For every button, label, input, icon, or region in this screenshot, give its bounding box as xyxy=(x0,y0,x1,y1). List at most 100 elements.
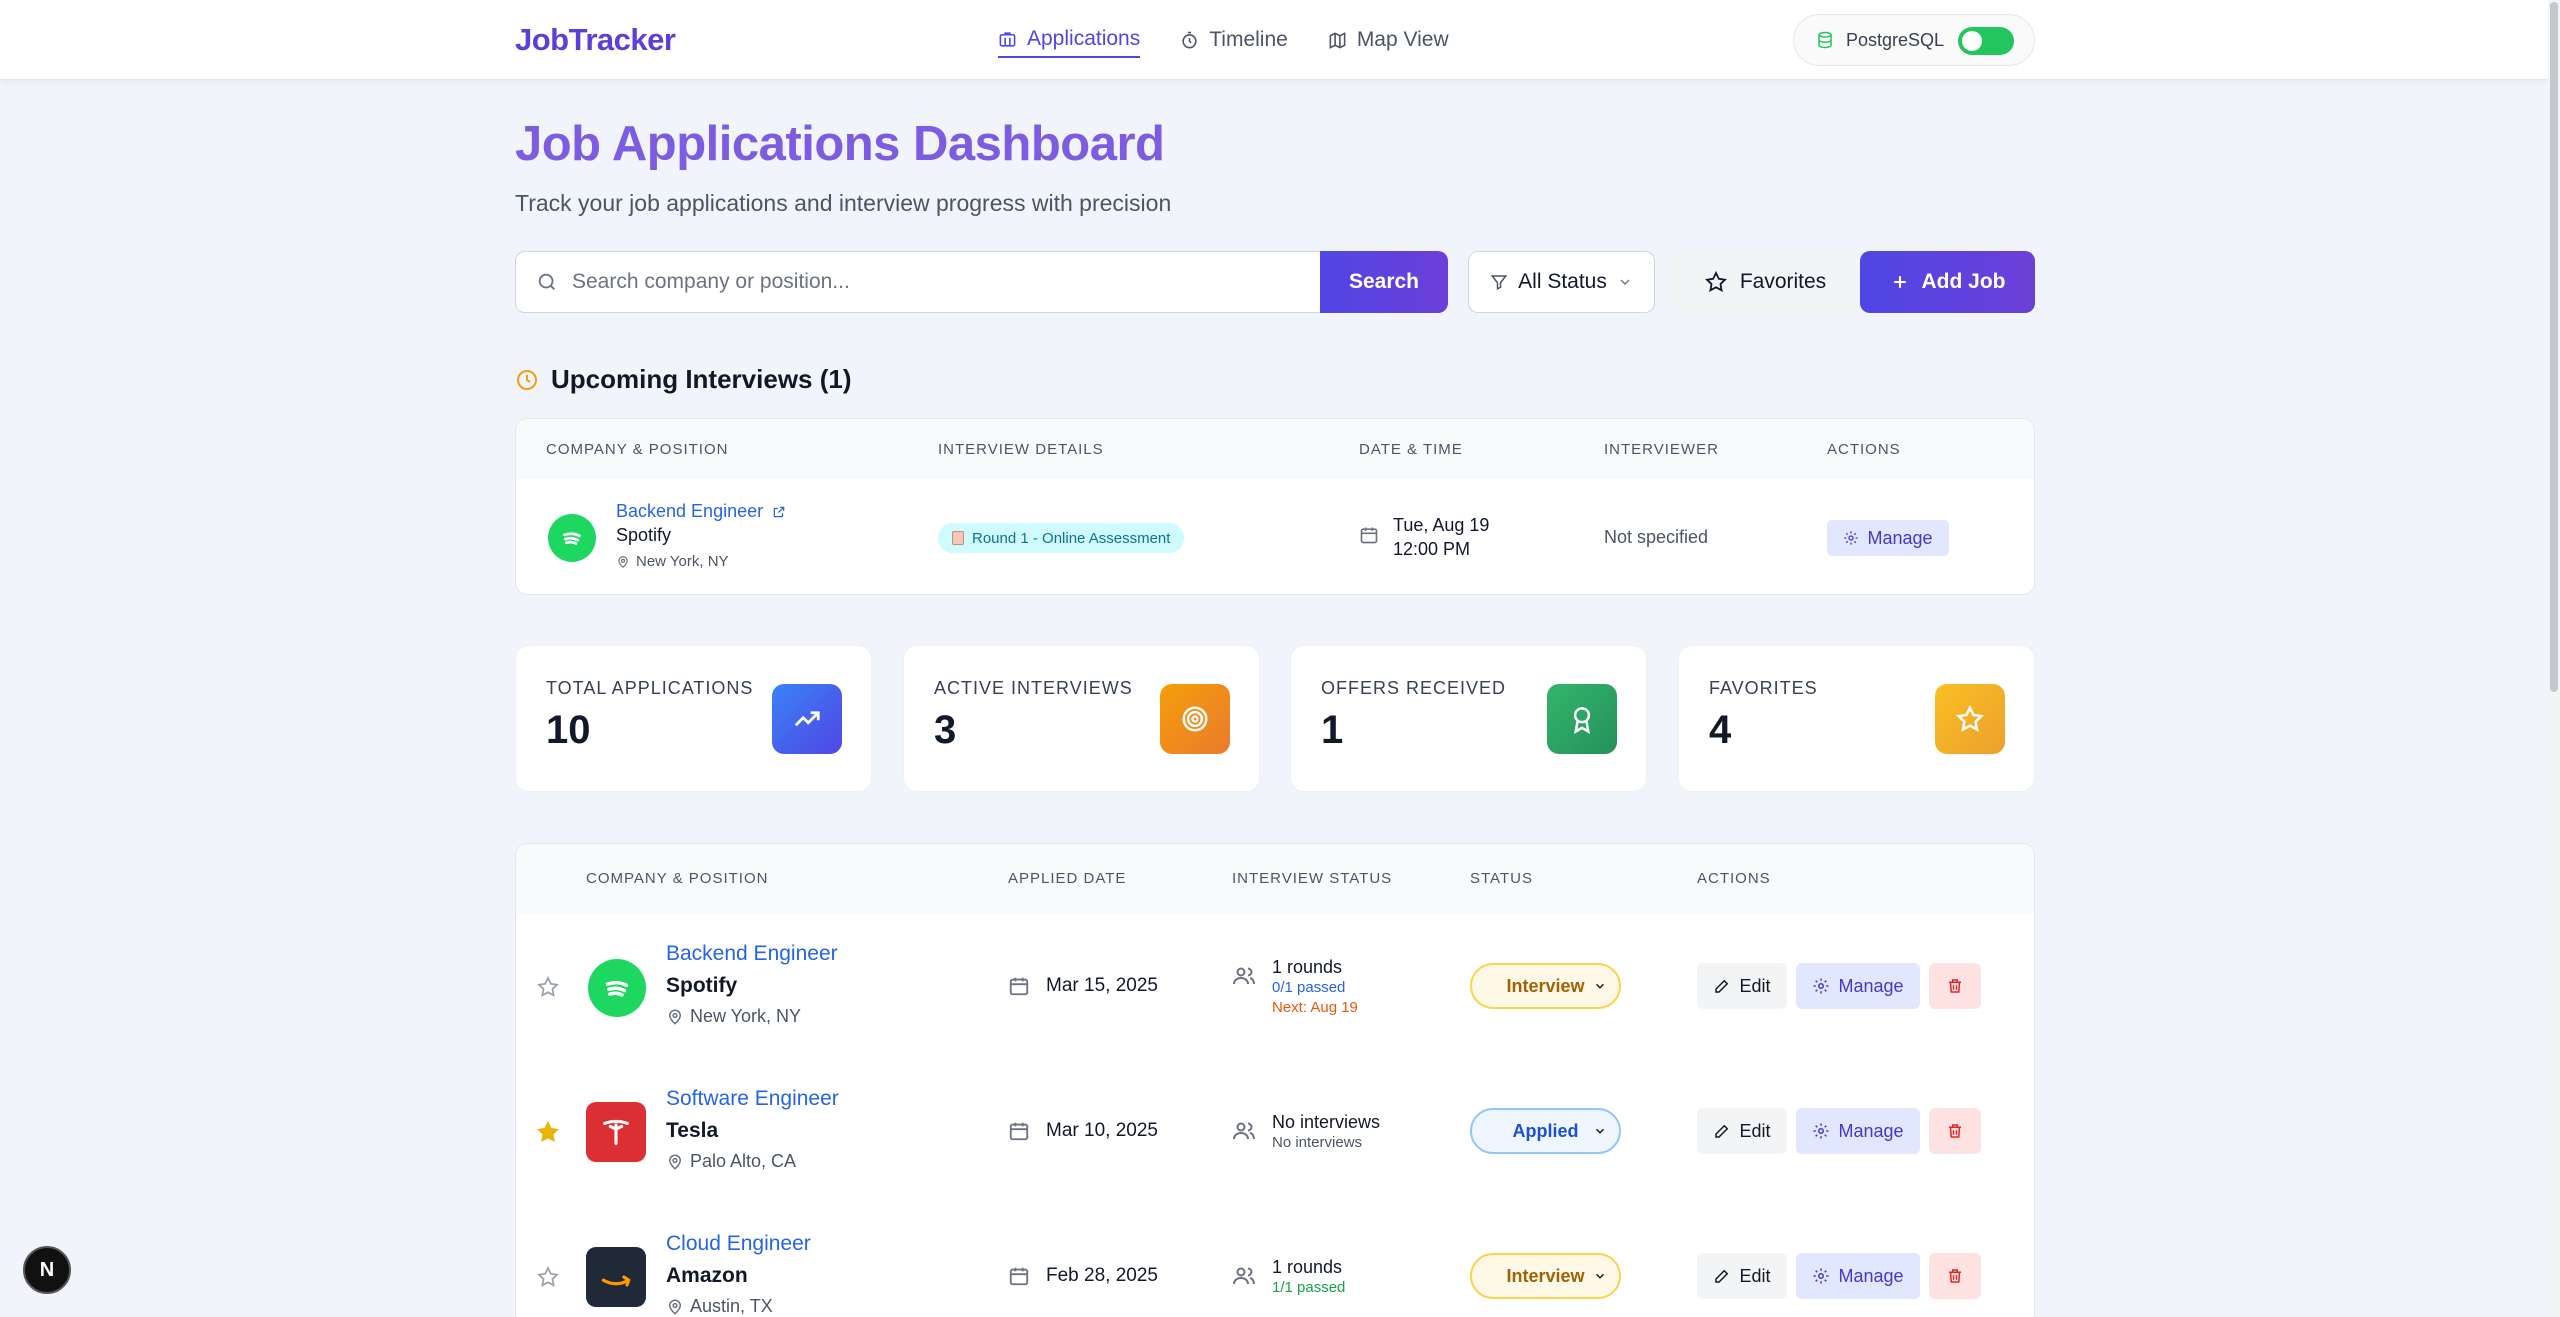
favorites-button[interactable]: Favorites xyxy=(1672,251,1858,313)
star-filled-icon[interactable] xyxy=(536,1120,560,1144)
applied-date-text: Mar 15, 2025 xyxy=(1046,975,1158,996)
upcoming-datetime: Tue, Aug 19 12:00 PM xyxy=(1359,513,1489,561)
location-text: Austin, TX xyxy=(690,1296,773,1316)
target-icon xyxy=(1160,684,1230,754)
position-link[interactable]: Cloud Engineer xyxy=(666,1232,811,1256)
add-job-button[interactable]: Add Job xyxy=(1860,251,2035,313)
star-outline-icon[interactable] xyxy=(536,975,560,999)
company-name: Amazon xyxy=(666,1264,748,1287)
table-row: Software Engineer Tesla Palo Alto, CA Ma… xyxy=(516,1059,2034,1204)
chevron-down-icon xyxy=(1620,279,1630,285)
stat-active-interviews: Active Interviews 3 xyxy=(903,645,1260,792)
interview-passed: 1/1 passed xyxy=(1272,1279,1346,1296)
edit-button[interactable]: Edit xyxy=(1697,1108,1787,1154)
tesla-logo xyxy=(586,1102,646,1162)
applied-date: Mar 15, 2025 xyxy=(1008,975,1158,997)
interview-rounds: 1 rounds xyxy=(1272,1257,1343,1277)
gear-icon xyxy=(1813,978,1829,994)
location-text: New York, NY xyxy=(690,1006,802,1026)
page-scrollbar[interactable] xyxy=(2548,0,2560,1317)
upcoming-date: Tue, Aug 19 xyxy=(1393,515,1490,535)
interview-passed: 0/1 passed xyxy=(1272,979,1346,996)
nav-applications-label: Applications xyxy=(1027,27,1141,50)
table-row: Backend Engineer Spotify New York, NY Ma… xyxy=(516,914,2034,1059)
manage-button[interactable]: Manage xyxy=(1796,963,1920,1009)
briefcase-icon xyxy=(999,31,1016,47)
database-icon xyxy=(1818,31,1832,49)
interview-status: 1 rounds 1/1 passed xyxy=(1232,1256,1345,1298)
upcoming-interviewer: Not specified xyxy=(1604,527,1709,547)
upcoming-location-text: New York, NY xyxy=(636,553,729,570)
trending-up-icon xyxy=(772,684,842,754)
status-select[interactable]: Applied xyxy=(1470,1108,1621,1154)
table-row: Cloud Engineer Amazon Austin, TX Feb 28,… xyxy=(516,1204,2034,1317)
devtools-badge[interactable]: N xyxy=(23,1246,71,1294)
delete-button[interactable] xyxy=(1929,1108,1981,1154)
amazon-logo xyxy=(586,1247,646,1307)
interview-next: Next: Aug 19 xyxy=(1272,999,1358,1016)
col-applied-date: Applied Date xyxy=(1008,870,1127,887)
stat-offers-received: Offers Received 1 xyxy=(1290,645,1647,792)
manage-button[interactable]: Manage xyxy=(1796,1108,1920,1154)
location: Austin, TX xyxy=(666,1296,773,1317)
upcoming-time: 12:00 PM xyxy=(1393,539,1471,559)
scrollbar-thumb[interactable] xyxy=(2550,2,2558,692)
stat-favorites-label: Favorites xyxy=(1709,678,1818,698)
external-link-icon[interactable] xyxy=(772,505,786,519)
search-box xyxy=(515,251,1321,313)
edit-button[interactable]: Edit xyxy=(1697,963,1787,1009)
status-select[interactable]: Interview xyxy=(1470,963,1621,1009)
calendar-icon xyxy=(1009,977,1029,996)
location: New York, NY xyxy=(666,1006,801,1027)
edit-label: Edit xyxy=(1739,975,1771,996)
users-icon xyxy=(1233,967,1255,985)
database-toggle[interactable] xyxy=(1958,27,2014,55)
col-company-position: Company & Position xyxy=(546,441,729,458)
users-icon xyxy=(1233,1267,1255,1285)
nav-timeline-label: Timeline xyxy=(1209,28,1288,51)
nav-map-view[interactable]: Map View xyxy=(1328,22,1449,58)
star-outline-icon[interactable] xyxy=(536,1265,560,1289)
upcoming-position-link[interactable]: Backend Engineer xyxy=(616,501,763,522)
nav-applications[interactable]: Applications xyxy=(998,22,1141,58)
map-pin-icon xyxy=(668,1009,682,1025)
search-input[interactable] xyxy=(572,270,1272,294)
manage-button[interactable]: Manage xyxy=(1796,1253,1920,1299)
location: Palo Alto, CA xyxy=(666,1151,796,1172)
delete-button[interactable] xyxy=(1929,963,1981,1009)
upcoming-manage-button[interactable]: Manage xyxy=(1827,520,1949,556)
upcoming-company: Spotify xyxy=(616,525,672,545)
status-filter-label: All Status xyxy=(1518,270,1607,293)
status-select[interactable]: Interview xyxy=(1470,1253,1621,1299)
edit-button[interactable]: Edit xyxy=(1697,1253,1787,1299)
trash-icon xyxy=(1949,1124,1961,1138)
trash-icon xyxy=(1949,979,1961,993)
interview-status: No interviews No interviews xyxy=(1232,1111,1380,1153)
stat-active-interviews-label: Active Interviews xyxy=(934,678,1133,698)
status-filter-dropdown[interactable]: All Status xyxy=(1468,251,1655,313)
clock-icon xyxy=(517,369,537,390)
search-button[interactable]: Search xyxy=(1320,251,1448,313)
col-actions: Actions xyxy=(1697,870,1771,887)
interview-rounds: 1 rounds xyxy=(1272,957,1343,977)
stat-total-applications-label: Total Applications xyxy=(546,678,754,698)
manage-label: Manage xyxy=(1838,1265,1904,1286)
map-pin-icon xyxy=(668,1299,682,1315)
upcoming-interviews-table: Company & Position Interview Details Dat… xyxy=(515,418,2035,595)
delete-button[interactable] xyxy=(1929,1253,1981,1299)
stat-total-applications-value: 10 xyxy=(546,708,591,752)
interview-rounds: No interviews xyxy=(1272,1112,1381,1132)
gear-icon xyxy=(1813,1123,1829,1139)
stat-favorites: Favorites 4 xyxy=(1678,645,2035,792)
nav-timeline[interactable]: Timeline xyxy=(1180,22,1288,58)
upcoming-location: New York, NY xyxy=(616,553,729,570)
stat-offers-received-value: 1 xyxy=(1321,708,1344,752)
col-actions: Actions xyxy=(1827,441,1901,458)
upcoming-manage-label: Manage xyxy=(1867,527,1933,548)
col-interview-details: Interview Details xyxy=(938,441,1104,458)
position-link[interactable]: Software Engineer xyxy=(666,1087,839,1111)
spotify-logo xyxy=(588,959,646,1017)
col-company-position: Company & Position xyxy=(586,870,769,887)
position-link[interactable]: Backend Engineer xyxy=(666,942,838,966)
brand-logo[interactable]: JobTracker xyxy=(515,22,676,58)
